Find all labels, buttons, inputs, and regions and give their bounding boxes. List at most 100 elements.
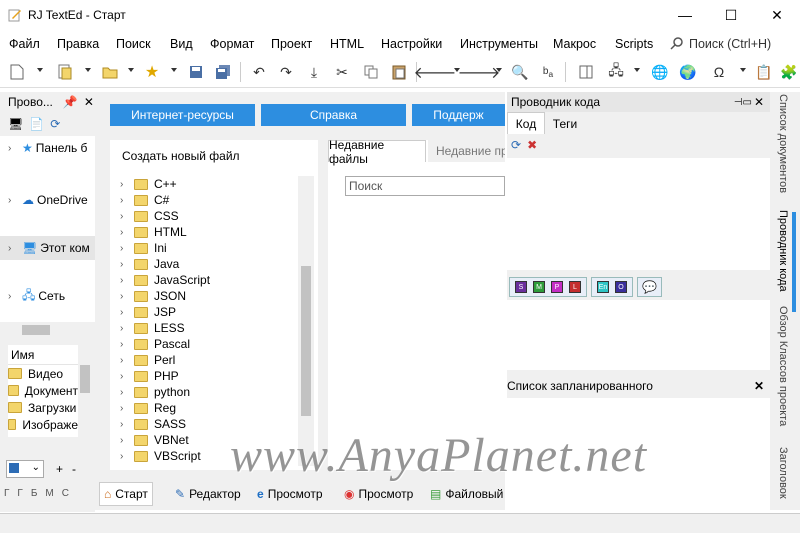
- pin-icon[interactable]: ⊣▭: [734, 97, 752, 108]
- tab-editor[interactable]: ✎ Редактор: [171, 482, 245, 506]
- templates-dropdown[interactable]: [85, 68, 91, 72]
- help-button[interactable]: Справка: [261, 104, 406, 126]
- menu-file[interactable]: Файл: [9, 37, 40, 51]
- language-item[interactable]: › C#: [120, 192, 169, 208]
- language-item[interactable]: › Pascal: [120, 336, 190, 352]
- remove-button[interactable]: -: [72, 462, 76, 476]
- download-button[interactable]: ⤓: [303, 61, 325, 83]
- close-icon[interactable]: ✕: [754, 379, 764, 393]
- recent-search-input[interactable]: Поиск: [345, 176, 505, 196]
- language-item[interactable]: › PHP: [120, 368, 179, 384]
- maximize-button[interactable]: ☐: [708, 0, 754, 30]
- language-item[interactable]: › python: [120, 384, 190, 400]
- tab-preview-ie[interactable]: e Просмотр: [253, 482, 327, 506]
- forward-button[interactable]: 🡒: [458, 61, 501, 83]
- language-item[interactable]: › JSON: [120, 288, 186, 304]
- language-item[interactable]: › Ini: [120, 240, 167, 256]
- tree-item[interactable]: › ☁ OneDrive: [0, 188, 95, 212]
- left-tab[interactable]: М: [45, 488, 53, 499]
- language-item[interactable]: › VBScript: [120, 448, 201, 464]
- tree-item[interactable]: › ★ Панель б: [0, 136, 95, 160]
- refresh-icon[interactable]: ⟳: [50, 117, 60, 131]
- special-char-button[interactable]: Ω: [708, 61, 730, 83]
- find-button[interactable]: 🔍: [509, 61, 531, 83]
- tab-preview-chrome[interactable]: ◉ Просмотр: [340, 482, 417, 506]
- object-filter[interactable]: O: [615, 281, 627, 293]
- menu-html[interactable]: HTML: [330, 37, 364, 51]
- side-tab-header[interactable]: Заголовок: [777, 447, 789, 507]
- language-item[interactable]: › Perl: [120, 352, 175, 368]
- plugins-button[interactable]: 🧩: [778, 61, 800, 83]
- language-item[interactable]: › HTML: [120, 224, 187, 240]
- enum-filter[interactable]: En: [597, 281, 609, 293]
- support-button[interactable]: Поддерж: [412, 104, 505, 126]
- web-refresh-button[interactable]: 🌍: [677, 61, 699, 83]
- side-tab-code-explorer[interactable]: Проводник кода: [777, 210, 789, 292]
- menu-tools[interactable]: Инструменты: [460, 37, 538, 51]
- language-item[interactable]: › JSP: [120, 304, 176, 320]
- view-select[interactable]: ⌄: [6, 460, 44, 478]
- copy-button[interactable]: [360, 61, 382, 83]
- cut-button[interactable]: ✂: [331, 61, 353, 83]
- language-item[interactable]: › LESS: [120, 320, 185, 336]
- tab-start[interactable]: ⌂ Старт: [99, 482, 153, 506]
- language-item[interactable]: › C++: [120, 176, 177, 192]
- clipboard-button[interactable]: 📋: [753, 61, 775, 83]
- open-button[interactable]: [99, 61, 121, 83]
- new-file-button[interactable]: [6, 61, 28, 83]
- save-button[interactable]: [185, 61, 207, 83]
- column-header[interactable]: Имя: [8, 345, 78, 365]
- forward-dropdown[interactable]: [496, 68, 502, 72]
- left-tab[interactable]: Б: [31, 488, 38, 499]
- ftp-dropdown[interactable]: [634, 68, 640, 72]
- favorites-dropdown[interactable]: [171, 68, 177, 72]
- back-button[interactable]: 🡐: [414, 61, 457, 83]
- close-icon[interactable]: ✕: [754, 95, 764, 109]
- panel-button[interactable]: [575, 61, 597, 83]
- struct-filter[interactable]: S: [515, 281, 527, 293]
- tab-recent-projects[interactable]: Недавние пр: [428, 140, 505, 162]
- list-scrollbar[interactable]: [78, 345, 92, 437]
- tab-recent-files[interactable]: Недавние файлы: [328, 138, 426, 166]
- menu-macro[interactable]: Макрос: [553, 37, 596, 51]
- new-file-dropdown[interactable]: [37, 68, 43, 72]
- refresh-icon[interactable]: ⟳: [511, 138, 521, 152]
- scrollbar-thumb[interactable]: [22, 325, 50, 335]
- ftp-button[interactable]: 🖧: [605, 61, 627, 83]
- special-char-dropdown[interactable]: [740, 68, 746, 72]
- quick-search-input[interactable]: Поиск (Ctrl+H): [689, 37, 771, 51]
- menu-edit[interactable]: Правка: [57, 37, 99, 51]
- list-item[interactable]: Изображе: [8, 416, 78, 433]
- language-item[interactable]: › VBNet: [120, 432, 189, 448]
- label-filter[interactable]: L: [569, 281, 581, 293]
- tree-scrollbar[interactable]: [0, 322, 95, 338]
- scrollbar-thumb[interactable]: [301, 266, 311, 416]
- language-scrollbar[interactable]: [298, 176, 314, 466]
- minimize-button[interactable]: —: [662, 0, 708, 30]
- language-item[interactable]: › CSS: [120, 208, 179, 224]
- undo-button[interactable]: ↶: [248, 61, 270, 83]
- tab-file-manager[interactable]: ▤ Файловый: [426, 482, 507, 506]
- internet-resources-button[interactable]: Интернет-ресурсы: [110, 104, 255, 126]
- paste-button[interactable]: [388, 61, 410, 83]
- menu-settings[interactable]: Настройки: [381, 37, 442, 51]
- side-tab-documents[interactable]: Список документов: [777, 94, 789, 193]
- list-item[interactable]: Документ: [8, 382, 78, 399]
- add-button[interactable]: +: [56, 462, 63, 476]
- language-item[interactable]: › SASS: [120, 416, 186, 432]
- menu-search[interactable]: Поиск: [116, 37, 151, 51]
- tab-code[interactable]: Код: [507, 112, 545, 134]
- list-item[interactable]: Загрузки: [8, 399, 78, 416]
- web-button[interactable]: 🌐: [649, 61, 671, 83]
- comment-icon[interactable]: 💬: [642, 280, 657, 294]
- property-filter[interactable]: P: [551, 281, 563, 293]
- tree-item[interactable]: › 🖧 Сеть: [0, 284, 95, 308]
- left-tab[interactable]: Г: [4, 488, 9, 499]
- redo-button[interactable]: ↷: [275, 61, 297, 83]
- menu-format[interactable]: Формат: [210, 37, 254, 51]
- computer-icon[interactable]: 🖥: [8, 117, 23, 131]
- close-icon[interactable]: ✕: [84, 95, 94, 109]
- language-item[interactable]: › Reg: [120, 400, 176, 416]
- list-item[interactable]: Видео: [8, 365, 78, 382]
- language-item[interactable]: › JavaScript: [120, 272, 210, 288]
